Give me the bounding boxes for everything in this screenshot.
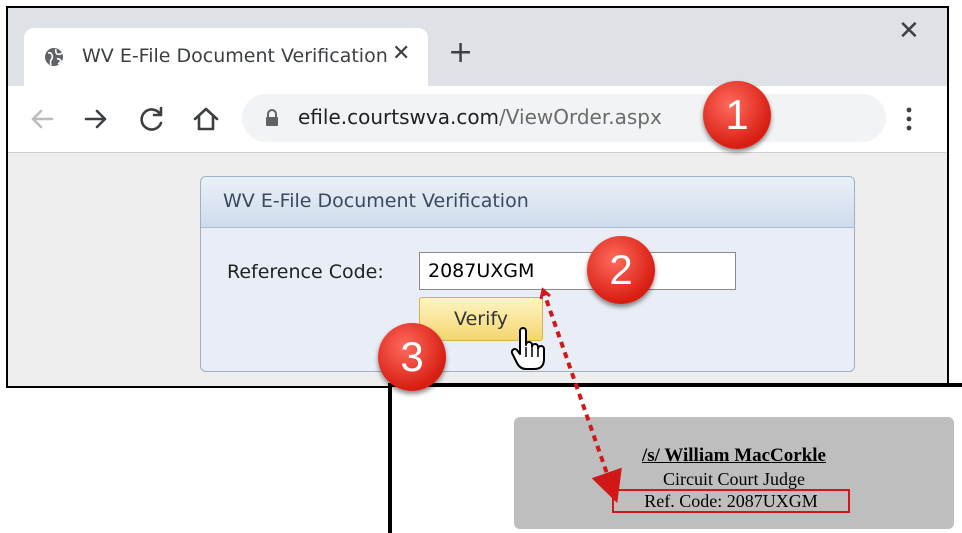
browser-tab[interactable]: WV E-File Document Verification ✕ [24, 28, 428, 86]
tab-close-icon[interactable]: ✕ [392, 42, 410, 66]
step-3-badge: 3 [378, 323, 446, 391]
step-2-badge: 2 [587, 236, 655, 304]
reload-icon[interactable] [136, 103, 168, 135]
signature-block: /s/ William MacCorkle Circuit Court Judg… [514, 417, 954, 529]
document-ref-code: Ref. Code: 2087UXGM [612, 489, 850, 513]
panel-header: WV E-File Document Verification [201, 177, 854, 228]
globe-icon [45, 48, 63, 66]
hand-cursor-icon [510, 327, 545, 370]
address-bar[interactable]: efile.courtswva.com/ViewOrder.aspx [242, 94, 886, 142]
url-path: /ViewOrder.aspx [499, 105, 662, 129]
menu-dots-icon[interactable] [906, 107, 912, 131]
window-close-icon[interactable]: ✕ [898, 18, 920, 44]
tab-title: WV E-File Document Verification [82, 45, 388, 67]
page-content: WV E-File Document Verification Referenc… [8, 153, 947, 386]
reference-code-input[interactable] [419, 252, 736, 290]
browser-window: WV E-File Document Verification ✕ + ✕ ef… [6, 6, 949, 388]
signature-name: /s/ William MacCorkle [641, 445, 826, 466]
home-icon[interactable] [190, 103, 222, 135]
tab-bar: WV E-File Document Verification ✕ + ✕ [8, 8, 947, 86]
forward-icon[interactable] [80, 103, 112, 135]
url-host: efile.courtswva.com [298, 105, 500, 129]
reference-code-label: Reference Code: [227, 261, 384, 283]
url-text: efile.courtswva.com/ViewOrder.aspx [298, 105, 662, 129]
signer-title: Circuit Court Judge [663, 469, 805, 489]
lock-icon [266, 109, 278, 126]
back-icon[interactable] [26, 103, 58, 135]
panel-title: WV E-File Document Verification [223, 190, 529, 212]
browser-toolbar: efile.courtswva.com/ViewOrder.aspx [8, 86, 947, 153]
step-1-badge: 1 [703, 81, 771, 149]
new-tab-button[interactable]: + [448, 38, 473, 68]
